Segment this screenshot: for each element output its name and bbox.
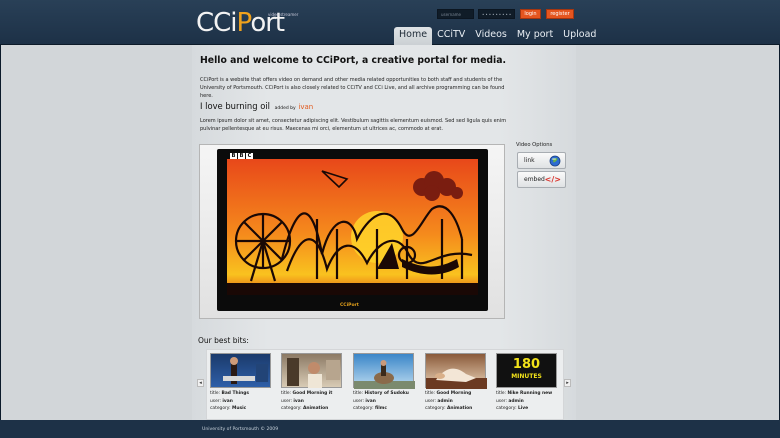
embed-button-label: embed bbox=[524, 176, 545, 183]
site-logo[interactable]: CCiPort video streamer bbox=[196, 8, 298, 42]
video-description: Lorem ipsum dolor sit amet, consectetur … bbox=[200, 118, 507, 132]
embed-button[interactable]: embed </> bbox=[517, 171, 566, 188]
logo-tagline: video streamer bbox=[268, 12, 299, 17]
carousel-next-arrow[interactable]: ▸ bbox=[564, 379, 571, 387]
video-card[interactable]: title: Bad Things user: ivan category: M… bbox=[210, 353, 274, 413]
site-header: CCiPort video streamer username ••••••••… bbox=[0, 0, 780, 45]
best-bits-heading: Our best bits: bbox=[198, 336, 249, 345]
video-thumbnail[interactable] bbox=[281, 353, 342, 388]
video-title-row: I love burning oil added by ivan bbox=[200, 101, 313, 111]
nav-home[interactable]: Home bbox=[394, 27, 433, 45]
nav-ccitv[interactable]: CCiTV bbox=[432, 27, 470, 45]
video-card-meta: title: Good Morning user: admin category… bbox=[425, 391, 473, 412]
main-nav: Home CCiTV Videos My port Upload bbox=[394, 27, 601, 45]
video-card[interactable]: title: History of Sudoku user: ivan cate… bbox=[353, 353, 417, 413]
video-card-meta: title: Nike Running new user: admin cate… bbox=[496, 391, 553, 412]
video-frame-image bbox=[227, 159, 478, 295]
code-icon: </> bbox=[544, 175, 561, 184]
site-footer: University of Portsmouth © 2009 bbox=[0, 420, 780, 438]
added-by-label: added by bbox=[274, 106, 296, 111]
video-thumbnail[interactable] bbox=[353, 353, 415, 389]
video-card-meta: title: History of Sudoku user: ivan cate… bbox=[353, 391, 409, 412]
video-thumbnail[interactable] bbox=[425, 353, 487, 389]
link-button-label: link bbox=[524, 157, 535, 164]
password-input[interactable]: ••••••••• bbox=[478, 9, 515, 19]
added-by-user-link[interactable]: ivan bbox=[298, 103, 313, 111]
video-card-meta: title: Bad Things user: ivan category: M… bbox=[210, 391, 249, 412]
video-title: I love burning oil bbox=[200, 101, 270, 111]
nav-my-port[interactable]: My port bbox=[512, 27, 558, 45]
login-button[interactable]: login bbox=[520, 9, 541, 19]
video-card-meta: title: Good Morning it user: ivan catego… bbox=[281, 391, 333, 412]
nav-videos[interactable]: Videos bbox=[470, 27, 512, 45]
carousel-prev-arrow[interactable]: ◂ bbox=[197, 379, 204, 387]
video-screen[interactable]: B B C CCiPort bbox=[217, 149, 488, 311]
register-button[interactable]: register bbox=[546, 9, 574, 19]
video-card[interactable]: 180 MINUTES title: Nike Running new user… bbox=[496, 353, 560, 413]
video-options-label: Video Options bbox=[516, 142, 553, 148]
globe-icon bbox=[549, 155, 561, 171]
video-thumbnail[interactable] bbox=[210, 353, 271, 388]
username-input[interactable]: username bbox=[437, 9, 474, 19]
nav-upload[interactable]: Upload bbox=[558, 27, 601, 45]
link-button[interactable]: link bbox=[517, 152, 566, 169]
video-card[interactable]: title: Good Morning it user: ivan catego… bbox=[281, 353, 345, 413]
welcome-heading: Hello and welcome to CCiPort, a creative… bbox=[200, 55, 507, 66]
footer-copyright: University of Portsmouth © 2009 bbox=[202, 427, 279, 432]
video-card[interactable]: title: Good Morning user: admin category… bbox=[425, 353, 489, 413]
video-thumbnail[interactable]: 180 MINUTES bbox=[496, 353, 557, 388]
screen-watermark: CCiPort bbox=[340, 303, 359, 308]
intro-text: CCiPort is a website that offers video o… bbox=[200, 77, 505, 99]
